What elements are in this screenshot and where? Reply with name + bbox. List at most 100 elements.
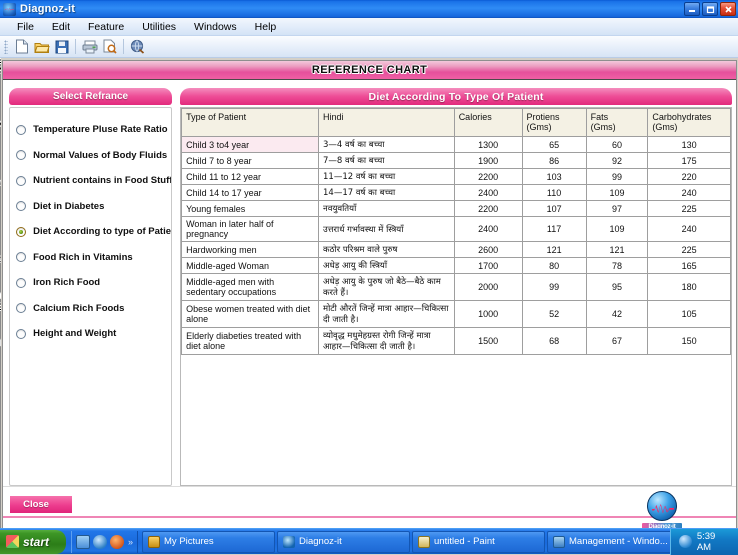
- cell-calories: 2400: [454, 217, 522, 242]
- cell-hindi: 3—4 वर्ष का बच्चा: [319, 137, 455, 153]
- toolbar-grip[interactable]: [4, 40, 8, 54]
- taskbar-item-label: My Pictures: [164, 536, 214, 547]
- table-row[interactable]: Middle-aged men with sedentary occupatio…: [182, 274, 731, 301]
- column-header-calories: Calories: [454, 109, 522, 137]
- table-row[interactable]: Young females नवयुवतियाँ 2200 107 97 225: [182, 201, 731, 217]
- cell-carbohydrates: 165: [648, 258, 731, 274]
- column-header-hindi: Hindi: [319, 109, 455, 137]
- column-header-fats: Fats (Gms): [586, 109, 648, 137]
- cell-carbohydrates: 225: [648, 242, 731, 258]
- table-row[interactable]: Child 14 to 17 year 14—17 वर्ष का बच्चा …: [182, 185, 731, 201]
- web-search-icon[interactable]: [128, 37, 147, 56]
- radio-indicator[interactable]: [16, 201, 26, 211]
- radio-indicator-selected[interactable]: [16, 227, 26, 237]
- cell-protiens: 52: [522, 301, 586, 328]
- cell-carbohydrates: 220: [648, 169, 731, 185]
- radio-label: Food Rich in Vitamins: [33, 252, 133, 263]
- footer-divider: [3, 486, 736, 487]
- menu-item-edit[interactable]: Edit: [43, 20, 79, 34]
- cell-hindi: मोटी औरतें जिन्हें मात्रा आहार—चिकित्सा …: [319, 301, 455, 328]
- new-document-icon[interactable]: [12, 37, 31, 56]
- main-area: REFERENCE CHART Select Refrance Temperat…: [1, 58, 738, 550]
- radio-label: Normal Values of Body Fluids: [33, 150, 167, 161]
- menu-item-file[interactable]: File: [8, 20, 43, 34]
- table-row[interactable]: Hardworking men कठोर परिश्रम वाले पुरुष …: [182, 242, 731, 258]
- cell-protiens: 117: [522, 217, 586, 242]
- restore-button[interactable]: [702, 2, 718, 16]
- cell-carbohydrates: 240: [648, 185, 731, 201]
- radio-indicator[interactable]: [16, 176, 26, 186]
- cell-hindi: कठोर परिश्रम वाले पुरुष: [319, 242, 455, 258]
- cell-carbohydrates: 105: [648, 301, 731, 328]
- footer-pink-rule: [3, 516, 736, 518]
- table-row[interactable]: Obese women treated with diet alone मोटी…: [182, 301, 731, 328]
- table-row[interactable]: Child 3 to4 year 3—4 वर्ष का बच्चा 1300 …: [182, 137, 731, 153]
- minimize-button[interactable]: [684, 2, 700, 16]
- radio-indicator[interactable]: [16, 150, 26, 160]
- radio-indicator[interactable]: [16, 252, 26, 262]
- table-row[interactable]: Woman in later half of pregnancy उत्तरार…: [182, 217, 731, 242]
- close-button[interactable]: [720, 2, 736, 16]
- taskbar-item-my-pictures[interactable]: My Pictures: [142, 531, 275, 553]
- quick-launch-more[interactable]: »: [128, 537, 133, 547]
- app-icon: [3, 3, 16, 16]
- cell-hindi: व्योवृद्ध मधुमेहग्रस्त रोगी जिन्हें मात्…: [319, 328, 455, 355]
- cell-calories: 2200: [454, 201, 522, 217]
- volume-icon[interactable]: [679, 535, 692, 548]
- radio-temperature-pluse-rate-ratio[interactable]: Temperature Pluse Rate Ratio: [16, 117, 171, 143]
- cell-fats: 99: [586, 169, 648, 185]
- refrance-radio-list: Temperature Pluse Rate Ratio Normal Valu…: [10, 108, 171, 347]
- radio-calcium-rich-foods[interactable]: Calcium Rich Foods: [16, 296, 171, 322]
- menu-item-windows[interactable]: Windows: [185, 20, 246, 34]
- cell-carbohydrates: 225: [648, 201, 731, 217]
- cell-carbohydrates: 150: [648, 328, 731, 355]
- taskbar-item-management-window[interactable]: Management - Windo...: [547, 531, 670, 553]
- cell-calories: 1700: [454, 258, 522, 274]
- clock[interactable]: 5:39 AM: [697, 531, 731, 553]
- radio-height-and-weight[interactable]: Height and Weight: [16, 321, 171, 347]
- cell-fats: 92: [586, 153, 648, 169]
- quick-launch-bar: »: [71, 531, 138, 553]
- radio-indicator[interactable]: [16, 329, 26, 339]
- menu-item-help[interactable]: Help: [246, 20, 286, 34]
- radio-indicator[interactable]: [16, 303, 26, 313]
- radio-diet-in-diabetes[interactable]: Diet in Diabetes: [16, 194, 171, 220]
- print-preview-icon[interactable]: [100, 37, 119, 56]
- cell-fats: 42: [586, 301, 648, 328]
- open-folder-icon[interactable]: [32, 37, 51, 56]
- radio-iron-rich-food[interactable]: Iron Rich Food: [16, 270, 171, 296]
- cell-type: Child 11 to 12 year: [182, 169, 319, 185]
- internet-explorer-icon[interactable]: [93, 535, 107, 549]
- menu-item-utilities[interactable]: Utilities: [133, 20, 185, 34]
- print-icon[interactable]: [80, 37, 99, 56]
- table-row[interactable]: Middle-aged Woman अधेड़ आयु की स्त्रियाँ…: [182, 258, 731, 274]
- taskbar-item-diagnoz-it[interactable]: Diagnoz-it: [277, 531, 410, 553]
- menu-item-feature[interactable]: Feature: [79, 20, 133, 34]
- cell-hindi: अधेड़ आयु के पुरुष जो बैठे—बैठे काम करते…: [319, 274, 455, 301]
- table-row[interactable]: Child 7 to 8 year 7—8 वर्ष का बच्चा 1900…: [182, 153, 731, 169]
- radio-diet-according-to-type-of-patient[interactable]: Diet According to type of Patient: [16, 219, 171, 245]
- radio-indicator[interactable]: [16, 125, 26, 135]
- column-header-protiens: Protiens (Gms): [522, 109, 586, 137]
- radio-indicator[interactable]: [16, 278, 26, 288]
- cell-fats: 78: [586, 258, 648, 274]
- diagnoz-it-icon: [283, 536, 295, 548]
- radio-normal-values-of-body-fluids[interactable]: Normal Values of Body Fluids: [16, 143, 171, 169]
- radio-food-rich-in-vitamins[interactable]: Food Rich in Vitamins: [16, 245, 171, 271]
- close-button[interactable]: Close: [10, 496, 72, 513]
- toolbar: [0, 36, 738, 58]
- media-player-icon[interactable]: [110, 535, 124, 549]
- table-body: Child 3 to4 year 3—4 वर्ष का बच्चा 1300 …: [182, 137, 731, 355]
- cell-fats: 67: [586, 328, 648, 355]
- start-button[interactable]: start: [0, 530, 66, 554]
- taskbar-item-untitled-paint[interactable]: untitled - Paint: [412, 531, 545, 553]
- select-refrance-box: Temperature Pluse Rate Ratio Normal Valu…: [9, 107, 172, 486]
- cell-protiens: 103: [522, 169, 586, 185]
- radio-label: Calcium Rich Foods: [33, 303, 124, 314]
- save-icon[interactable]: [52, 37, 71, 56]
- table-row[interactable]: Child 11 to 12 year 11—12 वर्ष का बच्चा …: [182, 169, 731, 185]
- table-row[interactable]: Elderly diabeties treated with diet alon…: [182, 328, 731, 355]
- cell-type: Child 14 to 17 year: [182, 185, 319, 201]
- show-desktop-icon[interactable]: [76, 535, 90, 549]
- radio-nutrient-contains-in-food-stuffs[interactable]: Nutrient contains in Food Stuffs: [16, 168, 171, 194]
